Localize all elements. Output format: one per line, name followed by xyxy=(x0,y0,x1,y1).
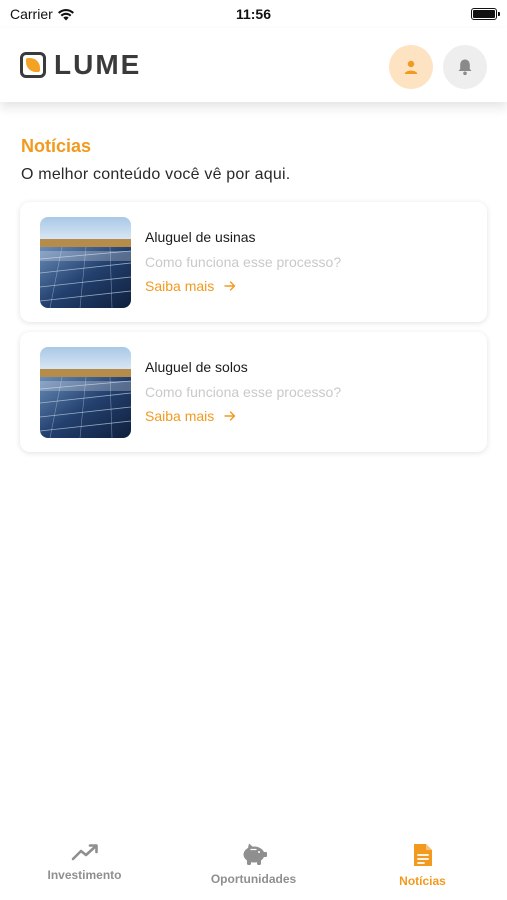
document-icon xyxy=(413,844,432,866)
card-description: Como funciona esse processo? xyxy=(145,384,342,400)
status-bar: Carrier 11:56 xyxy=(0,0,507,28)
tab-label: Investimento xyxy=(47,868,122,882)
notifications-button[interactable] xyxy=(443,45,487,89)
logo-mark-icon xyxy=(20,52,46,78)
status-time: 11:56 xyxy=(235,6,272,22)
piggy-bank-icon xyxy=(243,843,267,865)
arrow-right-icon xyxy=(224,411,236,421)
solar-panels-photo xyxy=(40,347,131,438)
news-card[interactable]: Aluguel de usinas Como funciona esse pro… xyxy=(20,202,487,322)
bottom-navigation: Investimento Oportunidades Notícias xyxy=(0,836,507,900)
read-more-label: Saiba mais xyxy=(145,408,215,424)
logo-text: LUME xyxy=(54,49,142,80)
tab-investimento[interactable]: Investimento xyxy=(0,842,169,882)
profile-button[interactable] xyxy=(389,45,433,89)
page-subtitle: O melhor conteúdo você vê por aqui. xyxy=(21,166,291,183)
battery-icon xyxy=(471,8,500,20)
read-more-link[interactable]: Saiba mais xyxy=(145,278,236,294)
page-title: Notícias xyxy=(21,136,92,156)
read-more-link[interactable]: Saiba mais xyxy=(145,408,236,424)
card-title: Aluguel de usinas xyxy=(145,229,256,245)
tab-noticias[interactable]: Notícias xyxy=(338,842,507,888)
app-header: LUME xyxy=(0,28,507,102)
news-card[interactable]: Aluguel de solos Como funciona esse proc… xyxy=(20,332,487,452)
card-title: Aluguel de solos xyxy=(145,359,248,375)
tab-oportunidades[interactable]: Oportunidades xyxy=(169,842,338,886)
tab-label: Oportunidades xyxy=(210,872,297,886)
app-logo: LUME xyxy=(20,49,142,80)
person-icon xyxy=(404,60,418,74)
read-more-label: Saiba mais xyxy=(145,278,215,294)
solar-panels-photo xyxy=(40,217,131,308)
trending-up-icon xyxy=(71,844,98,861)
tab-label: Notícias xyxy=(399,874,446,888)
bell-icon xyxy=(458,59,472,76)
arrow-right-icon xyxy=(224,281,236,291)
card-description: Como funciona esse processo? xyxy=(145,254,342,270)
